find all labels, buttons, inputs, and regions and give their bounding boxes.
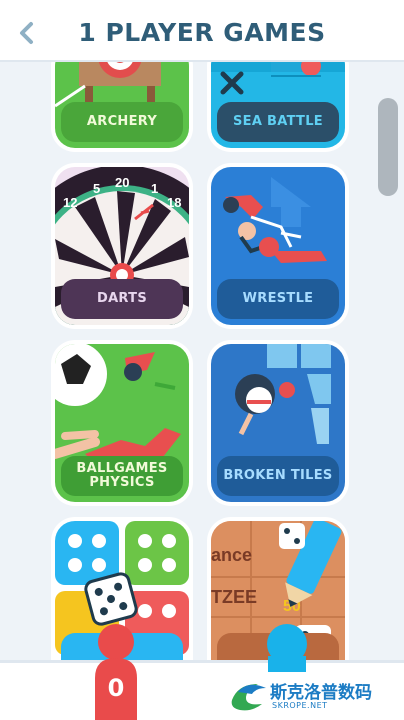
top-bar: 1 PLAYER GAMES	[0, 0, 404, 62]
dice-score-word: TZEE	[211, 587, 257, 607]
scrollbar[interactable]	[378, 98, 398, 196]
game-label: WRESTLE	[217, 279, 339, 319]
game-card-ballgames-physics[interactable]: BALLGAMES PHYSICS	[51, 340, 193, 506]
dart-number: 1	[151, 181, 158, 196]
watermark: 斯克洛普数码 SKROPE.NET	[226, 676, 396, 716]
dart-number: 20	[115, 175, 129, 190]
game-card-broken-tiles[interactable]: BROKEN TILES	[207, 340, 349, 506]
game-label: SEA BATTLE	[217, 102, 339, 142]
game-card-darts[interactable]: 12 5 20 1 18 DARTS	[51, 163, 193, 329]
game-label: BALLGAMES PHYSICS	[61, 456, 183, 496]
game-card-sea-battle[interactable]: SEA BATTLE	[207, 62, 349, 152]
dart-number: 18	[167, 195, 181, 210]
blue-pawn-icon	[267, 624, 307, 672]
watermark-text: 斯克洛普数码	[270, 683, 372, 703]
dart-number: 12	[63, 195, 77, 210]
game-label: BROKEN TILES	[217, 456, 339, 496]
dart-number: 5	[93, 181, 100, 196]
watermark-sub: SKROPE.NET	[272, 701, 328, 710]
game-label: ARCHERY	[61, 102, 183, 142]
games-grid: ARCHERY SEA BATTLE 12 5 20 1 18 DARTS WR…	[0, 62, 404, 660]
game-card-wrestle[interactable]: WRESTLE	[207, 163, 349, 329]
game-label: DARTS	[61, 279, 183, 319]
game-card-archery[interactable]: ARCHERY	[51, 62, 193, 152]
page-title: 1 PLAYER GAMES	[78, 18, 326, 47]
dice-score-word: ance	[211, 545, 252, 565]
player-red-pawn: 0	[87, 622, 145, 720]
red-pawn-icon	[95, 624, 137, 720]
watermark-logo-icon	[231, 684, 266, 711]
player-blue-pawn	[262, 622, 312, 672]
player-red-score: 0	[107, 674, 125, 702]
